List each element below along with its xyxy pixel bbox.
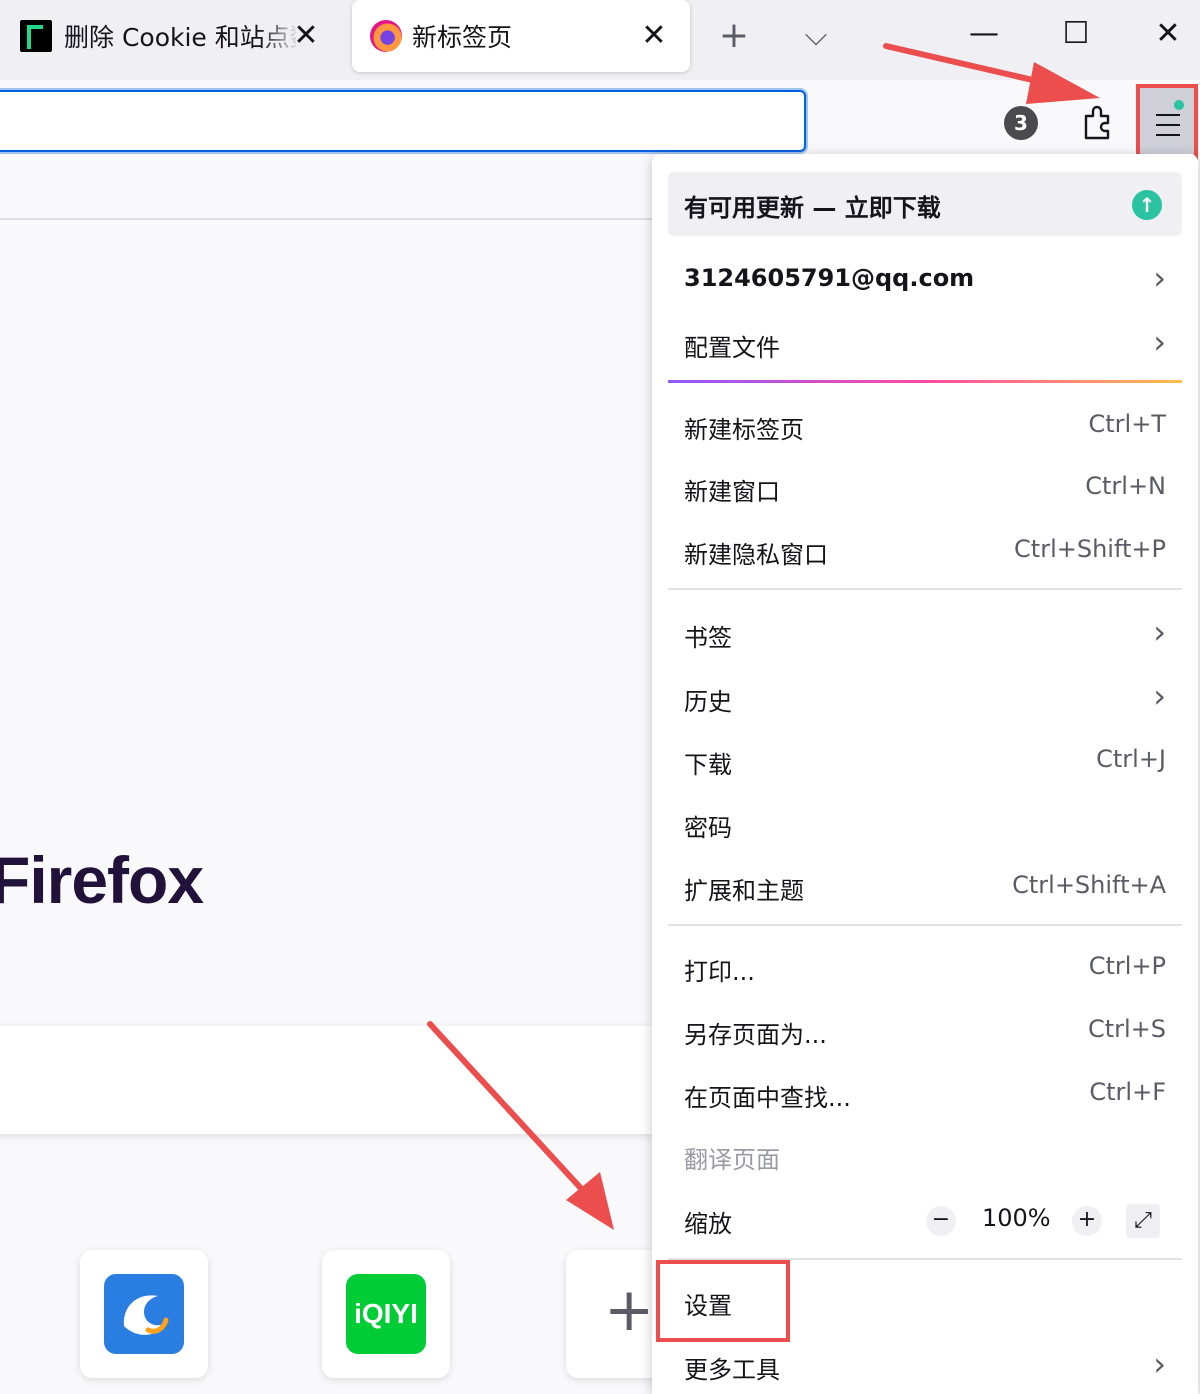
search-box[interactable] <box>0 1026 652 1134</box>
menu-history[interactable]: 历史 › <box>668 668 1182 726</box>
menu-item-shortcut: Ctrl+T <box>1088 410 1166 438</box>
menu-item-label: 更多工具 <box>684 1356 780 1384</box>
menu-save-page[interactable]: 另存页面为... Ctrl+S <box>668 1001 1182 1059</box>
open-application-menu-button[interactable] <box>1136 84 1198 160</box>
close-tab-icon[interactable]: ✕ <box>288 18 324 54</box>
menu-new-private-window[interactable]: 新建隐私窗口 Ctrl+Shift+P <box>668 521 1182 579</box>
menu-item-shortcut: Ctrl+S <box>1087 1015 1166 1043</box>
fullscreen-icon[interactable]: ⤢ <box>1126 1204 1160 1238</box>
account-email: 3124605791@qq.com <box>684 264 975 292</box>
tab-strip: 删除 Cookie 和站点数 ✕ 新标签页 ✕ + ⌵ — ☐ ✕ <box>0 0 1200 80</box>
menu-separator <box>668 924 1182 926</box>
menu-item-label: 新建标签页 <box>684 416 804 444</box>
menu-downloads[interactable]: 下载 Ctrl+J <box>668 731 1182 789</box>
chevron-right-icon: › <box>1153 613 1166 651</box>
profiles-item[interactable]: 配置文件 › <box>668 314 1182 372</box>
menu-zoom: 缩放 − 100% + ⤢ <box>668 1190 1182 1248</box>
divider <box>0 218 652 220</box>
url-bar[interactable] <box>0 90 806 152</box>
menu-item-label: 配置文件 <box>684 334 780 362</box>
menu-item-label: 打印... <box>684 958 755 986</box>
top-site-iqiyi[interactable]: iQIYI <box>322 1250 450 1378</box>
menu-item-label: 新建隐私窗口 <box>684 541 828 569</box>
new-tab-page: Firefox iQIYI + <box>0 162 652 1394</box>
menu-new-tab[interactable]: 新建标签页 Ctrl+T <box>668 396 1182 454</box>
chevron-right-icon: › <box>1153 677 1166 715</box>
update-arrow-icon: ↑ <box>1132 190 1162 220</box>
jetbrains-icon <box>20 20 52 52</box>
hamburger-menu-icon <box>1156 114 1180 136</box>
menu-item-label: 密码 <box>684 814 732 842</box>
menu-item-shortcut: Ctrl+P <box>1088 952 1166 980</box>
menu-item-label: 翻译页面 <box>684 1146 780 1174</box>
menu-print[interactable]: 打印... Ctrl+P <box>668 938 1182 996</box>
tab-new-tab[interactable]: 新标签页 ✕ <box>352 0 690 72</box>
menu-item-label: 另存页面为... <box>684 1021 827 1049</box>
chevron-right-icon: › <box>1153 259 1166 297</box>
menu-item-label: 新建窗口 <box>684 478 780 506</box>
menu-item-shortcut: Ctrl+J <box>1096 745 1166 773</box>
menu-item-label: 在页面中查找... <box>684 1084 851 1112</box>
menu-item-label: 缩放 <box>684 1210 732 1238</box>
menu-bookmarks[interactable]: 书签 › <box>668 604 1182 662</box>
menu-new-window[interactable]: 新建窗口 Ctrl+N <box>668 458 1182 516</box>
menu-more-tools[interactable]: 更多工具 › <box>668 1336 1182 1394</box>
notification-badge[interactable]: 3 <box>1004 106 1038 140</box>
extensions-icon[interactable] <box>1078 102 1118 142</box>
add-shortcut-icon: + <box>604 1275 652 1345</box>
application-menu: 有可用更新 — 立即下载 ↑ 3124605791@qq.com › 配置文件 … <box>652 154 1198 1394</box>
close-tab-icon[interactable]: ✕ <box>636 18 672 54</box>
menu-item-label: 下载 <box>684 751 732 779</box>
settings-highlight-box <box>656 1260 790 1342</box>
zoom-out-button[interactable]: − <box>926 1206 956 1236</box>
menu-passwords[interactable]: 密码 <box>668 794 1182 852</box>
ctrip-dolphin-icon <box>104 1274 184 1354</box>
menu-separator <box>668 588 1182 590</box>
menu-item-shortcut: Ctrl+N <box>1085 472 1166 500</box>
window-close-button[interactable]: ✕ <box>1146 12 1190 56</box>
add-shortcut-tile[interactable]: + <box>566 1250 652 1378</box>
navigation-toolbar: 3 <box>0 80 1200 162</box>
minimize-button[interactable]: — <box>962 12 1006 56</box>
menu-item-label: 书签 <box>684 624 732 652</box>
chevron-right-icon: › <box>1153 323 1166 361</box>
menu-item-label: 扩展和主题 <box>684 877 804 905</box>
chevron-right-icon: › <box>1153 1345 1166 1383</box>
new-tab-button[interactable]: + <box>712 14 756 58</box>
menu-item-label: 历史 <box>684 688 732 716</box>
account-separator <box>668 380 1182 383</box>
tab-title: 新标签页 <box>412 23 513 52</box>
menu-item-shortcut: Ctrl+Shift+P <box>1014 535 1166 563</box>
maximize-button[interactable]: ☐ <box>1054 12 1098 56</box>
update-dot-icon <box>1174 100 1184 110</box>
update-available-item[interactable]: 有可用更新 — 立即下载 ↑ <box>668 172 1182 236</box>
menu-item-shortcut: Ctrl+F <box>1089 1078 1166 1106</box>
menu-item-shortcut: Ctrl+Shift+A <box>1012 871 1166 899</box>
menu-find-in-page[interactable]: 在页面中查找... Ctrl+F <box>668 1064 1182 1122</box>
menu-addons-themes[interactable]: 扩展和主题 Ctrl+Shift+A <box>668 857 1182 915</box>
update-label: 有可用更新 — 立即下载 <box>684 194 941 222</box>
zoom-in-button[interactable]: + <box>1072 1206 1102 1236</box>
list-all-tabs-button[interactable]: ⌵ <box>794 14 838 58</box>
firefox-wordmark: Firefox <box>0 843 204 917</box>
menu-translate-page: 翻译页面 <box>668 1126 1182 1184</box>
tab-delete-cookie[interactable]: 删除 Cookie 和站点数 ✕ <box>0 0 340 72</box>
firefox-icon <box>370 20 402 52</box>
account-item[interactable]: 3124605791@qq.com › <box>668 250 1182 308</box>
iqiyi-icon: iQIYI <box>346 1274 426 1354</box>
zoom-reset-button[interactable]: 100% <box>982 1204 1051 1232</box>
top-site-ctrip[interactable] <box>80 1250 208 1378</box>
